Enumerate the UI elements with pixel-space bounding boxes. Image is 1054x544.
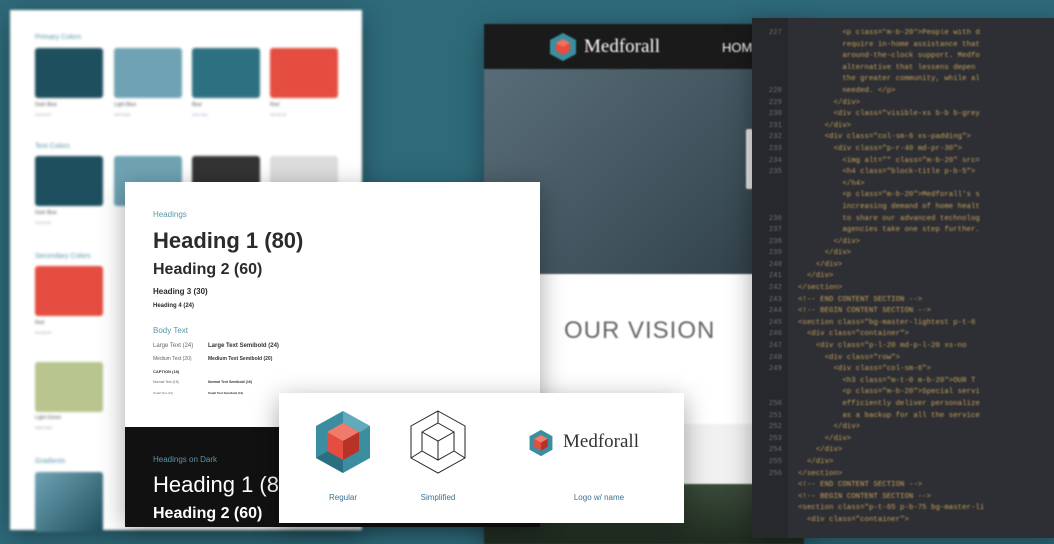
swatch-light-green	[35, 362, 103, 412]
code-text[interactable]: <p class="m-b-20">People with d require …	[798, 28, 984, 527]
heading-3-sample: Heading 3 (30)	[153, 287, 208, 296]
line-numbers: 227 228 229 230 231 232 233 234 235 236 …	[768, 29, 782, 478]
swatch-hex: #1E4F5F	[35, 112, 52, 117]
normal-text-sample: Normal Text (16)	[153, 380, 179, 384]
logo-variants-card: Regular Simplified Medforall Logo w/ nam…	[279, 393, 684, 523]
swatch-light-blue	[114, 48, 182, 98]
section-text-colors: Text Colors	[35, 143, 71, 150]
swatch-hex: #6FA3B3	[114, 112, 131, 117]
medium-text-sample: Medium Text (20)	[153, 356, 192, 362]
vision-heading: OUR VISION	[564, 317, 716, 344]
headings-on-dark-label: Headings on Dark	[153, 455, 218, 464]
swatch-hex: #E44D3F	[35, 330, 52, 335]
large-semibold-sample: Large Text Semibold (24)	[208, 343, 279, 349]
swatch-red	[270, 48, 338, 98]
small-text-sample: Small Text (14)	[153, 391, 173, 395]
swatch-label: Light Green	[35, 415, 62, 421]
logo-simplified-icon	[410, 410, 466, 474]
normal-semibold-sample: Normal Text Semibold (16)	[208, 380, 252, 384]
logo-regular-label: Regular	[328, 493, 357, 502]
dark-heading-1-sample: Heading 1 (80)	[153, 472, 299, 497]
section-gradients: Gradients	[35, 458, 66, 465]
swatch-label: Red	[35, 320, 45, 326]
swatch-gradient	[35, 472, 103, 532]
dark-heading-2-sample: Heading 2 (60)	[153, 505, 263, 522]
heading-4-sample: Heading 4 (24)	[153, 303, 195, 309]
section-secondary-colors: Secondary Colors	[35, 253, 91, 260]
swatch-dark-blue	[35, 48, 103, 98]
caption-sample: CAPTION (18)	[153, 369, 180, 374]
logo-with-name-label: Logo w/ name	[573, 493, 625, 502]
body-text-label: Body Text	[153, 326, 188, 335]
logo-brand-name: Medforall	[563, 431, 639, 452]
logo-with-name-icon	[529, 429, 553, 457]
swatch-text-dark-blue	[35, 156, 103, 206]
swatch-blue	[192, 48, 260, 98]
headings-label: Headings	[153, 210, 187, 219]
swatch-label: Blue	[192, 102, 203, 108]
site-brand-name[interactable]: Medforall	[584, 36, 660, 58]
logo-regular-icon	[316, 411, 370, 473]
swatch-hex: #E44D3F	[270, 112, 287, 117]
swatch-label: Dark Blue	[35, 210, 57, 216]
medforall-logo-icon	[550, 33, 576, 61]
heading-1-sample: Heading 1 (80)	[153, 228, 304, 253]
swatch-hex: #B8C58E	[35, 425, 53, 430]
code-editor: 227 228 229 230 231 232 233 234 235 236 …	[752, 18, 1054, 538]
swatch-secondary-red	[35, 266, 103, 316]
line-number-gutter: 227 228 229 230 231 232 233 234 235 236 …	[752, 18, 788, 538]
heading-2-sample: Heading 2 (60)	[153, 261, 263, 278]
swatch-label: Light Blue	[114, 102, 137, 108]
swatch-hex: #1E4F5F	[35, 220, 52, 225]
logo-simplified-label: Simplified	[420, 493, 456, 502]
swatch-label: Red	[270, 102, 280, 108]
large-text-sample: Large Text (24)	[153, 343, 194, 349]
section-primary-colors: Primary Colors	[35, 34, 82, 41]
swatch-hex: #2D7081	[192, 112, 209, 117]
small-semibold-sample: Small Text Semibold (14)	[208, 391, 244, 395]
medium-semibold-sample: Medium Text Semibold (20)	[208, 356, 273, 362]
swatch-label: Dark Blue	[35, 102, 57, 108]
